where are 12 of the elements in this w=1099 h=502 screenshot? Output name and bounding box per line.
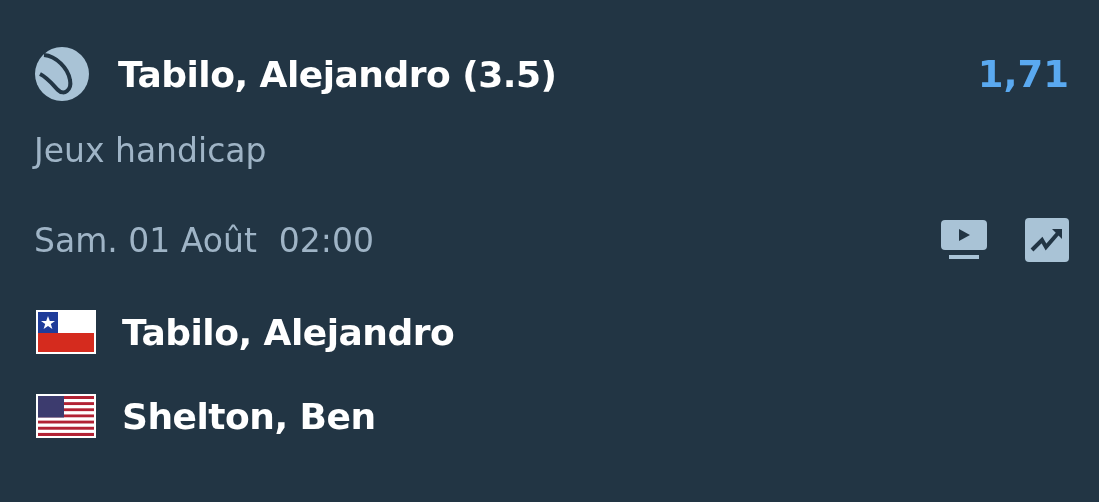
live-stream-icon[interactable] [941,220,987,260]
market-label: Jeux handicap [34,130,268,172]
event-date: Sam. 01 Août [34,220,257,260]
usa-flag-icon [36,394,96,438]
odds-value[interactable]: 1,71 [977,52,1069,96]
event-time: 02:00 [278,220,374,260]
player-name: Shelton, Ben [122,395,376,437]
selection-name: Tabilo, Alejandro (3.5) [118,53,557,95]
tennis-ball-icon [34,46,90,102]
player-name: Tabilo, Alejandro [122,311,455,353]
statistics-icon[interactable] [1025,218,1069,262]
chile-flag-icon [36,310,96,354]
